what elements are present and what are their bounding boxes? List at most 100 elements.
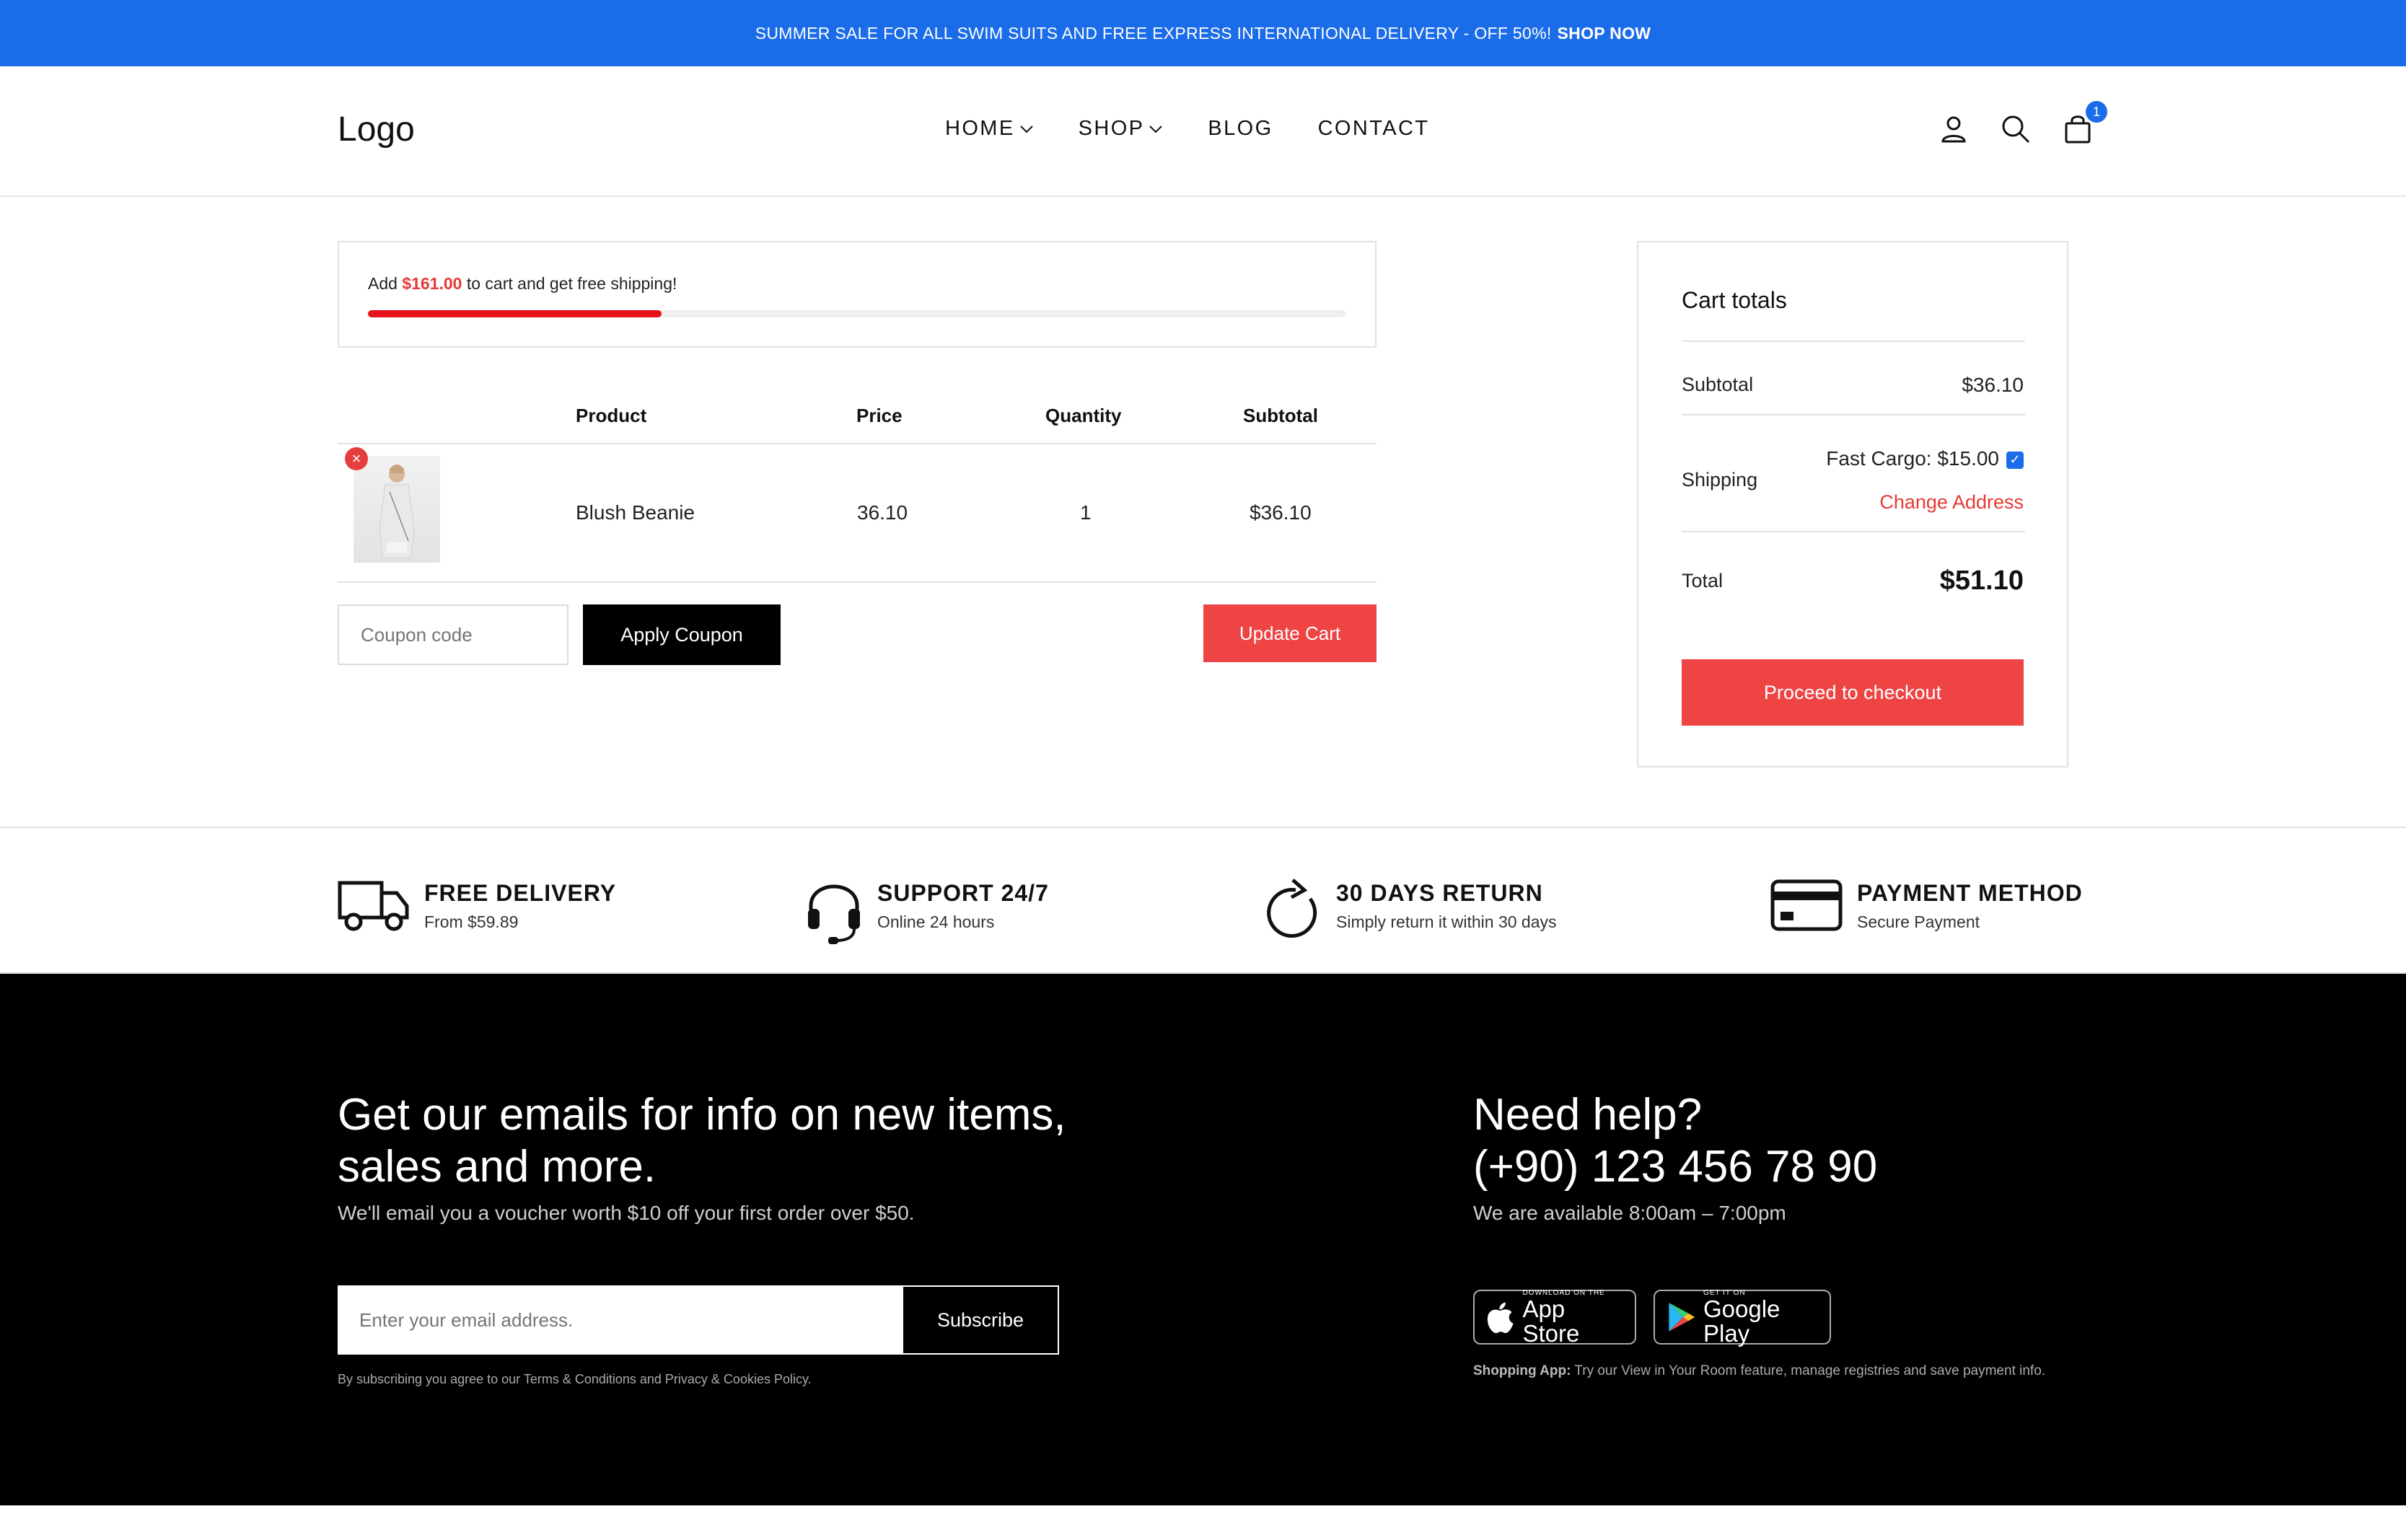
item-quantity[interactable]: 1 bbox=[1080, 501, 1092, 524]
app-store-badge[interactable]: DOWNLOAD ON THE App Store bbox=[1473, 1289, 1636, 1347]
feature-return: 30 DAYS RETURN Simply return it within 3… bbox=[1264, 877, 1557, 942]
shipping-progress-fill bbox=[368, 310, 662, 317]
close-icon: × bbox=[351, 449, 361, 467]
features-strip: FREE DELIVERY From $59.89 SUPPORT 24/7 O… bbox=[0, 827, 2406, 974]
nav-home-label: HOME bbox=[945, 117, 1015, 140]
total-value: $51.10 bbox=[1939, 566, 2024, 596]
site-footer: Get our emails for info on new items, sa… bbox=[0, 974, 2406, 1505]
announcement-bar: SUMMER SALE FOR ALL SWIM SUITS AND FREE … bbox=[0, 0, 2406, 66]
nav-blog-label: BLOG bbox=[1208, 117, 1273, 140]
help-heading: Need help? (+90) 123 456 78 90 bbox=[1473, 1089, 1877, 1193]
divider bbox=[338, 443, 1377, 444]
feature-sub: From $59.89 bbox=[424, 912, 519, 931]
shipping-label: Shipping bbox=[1682, 469, 1758, 490]
feature-payment: PAYMENT METHOD Secure Payment bbox=[1770, 877, 2083, 933]
feature-sub: Secure Payment bbox=[1857, 912, 1980, 931]
newsletter-heading-line2: sales and more. bbox=[338, 1142, 657, 1192]
feature-text: FREE DELIVERY From $59.89 bbox=[424, 877, 616, 932]
nav-contact-label: CONTACT bbox=[1317, 117, 1430, 140]
header-icons: 1 bbox=[1937, 101, 2107, 146]
change-address-link[interactable]: Change Address bbox=[1879, 491, 2024, 514]
terms-note: By subscribing you agree to our Terms & … bbox=[338, 1372, 812, 1386]
account-button[interactable] bbox=[1937, 113, 1970, 146]
site-header: Logo HOME SHOP BLOG CONTACT 1 bbox=[0, 66, 2406, 197]
product-image[interactable] bbox=[354, 456, 440, 563]
cart-count-badge: 1 bbox=[2086, 101, 2107, 123]
logo[interactable]: Logo bbox=[338, 110, 415, 149]
availability: We are available 8:00am – 7:00pm bbox=[1473, 1202, 1786, 1224]
google-play-icon bbox=[1669, 1303, 1695, 1332]
item-subtotal: $36.10 bbox=[1250, 501, 1312, 524]
search-icon bbox=[2002, 115, 2030, 144]
main-nav: HOME SHOP BLOG CONTACT bbox=[945, 117, 1429, 141]
shipping-progress-track bbox=[368, 310, 1346, 317]
user-icon bbox=[1941, 116, 1966, 143]
cart-button[interactable]: 1 bbox=[2061, 101, 2107, 146]
feature-text: 30 DAYS RETURN Simply return it within 3… bbox=[1336, 877, 1557, 932]
newsletter-sub: We'll email you a voucher worth $10 off … bbox=[338, 1202, 915, 1224]
newsletter-heading: Get our emails for info on new items, sa… bbox=[338, 1089, 1066, 1193]
truck-icon bbox=[338, 881, 409, 931]
shop-now-link[interactable]: SHOP NOW bbox=[1558, 24, 1651, 43]
google-play-badge[interactable]: GET IT ON Google Play bbox=[1654, 1289, 1831, 1346]
chevron-down-icon bbox=[1149, 125, 1163, 133]
feature-free-delivery: FREE DELIVERY From $59.89 bbox=[338, 877, 616, 933]
feature-sub: Online 24 hours bbox=[877, 912, 995, 931]
coupon-input[interactable] bbox=[338, 604, 568, 665]
feature-title: 30 DAYS RETURN bbox=[1336, 880, 1543, 906]
email-input[interactable] bbox=[338, 1285, 902, 1355]
nav-contact[interactable]: CONTACT bbox=[1318, 117, 1430, 141]
newsletter-heading-line1: Get our emails for info on new items, bbox=[338, 1090, 1066, 1140]
divider bbox=[1682, 340, 2025, 342]
search-button[interactable] bbox=[1999, 113, 2032, 146]
subtotal-label: Subtotal bbox=[1682, 374, 1754, 395]
shipping-option[interactable]: Fast Cargo: $15.00 ✓ bbox=[1826, 447, 2024, 470]
shipping-option-label: Fast Cargo: $15.00 bbox=[1826, 447, 1999, 470]
divider bbox=[1682, 414, 2025, 415]
proceed-to-checkout-button[interactable]: Proceed to checkout bbox=[1682, 659, 2024, 726]
apply-coupon-button[interactable]: Apply Coupon bbox=[583, 604, 781, 665]
cart-totals-title: Cart totals bbox=[1682, 287, 1787, 313]
cart-totals-panel: Cart totals Subtotal $36.10 Shipping Fas… bbox=[1637, 241, 2068, 767]
app-store-big: App Store bbox=[1522, 1295, 1580, 1347]
chevron-down-icon bbox=[1019, 125, 1033, 133]
headset-icon bbox=[808, 884, 860, 944]
google-play-text: GET IT ON Google Play bbox=[1703, 1289, 1819, 1346]
shopping-app-note: Shopping App: Try our View in Your Room … bbox=[1473, 1363, 2045, 1379]
return-icon bbox=[1267, 879, 1317, 938]
nav-blog[interactable]: BLOG bbox=[1208, 117, 1273, 141]
shipping-suffix: to cart and get free shipping! bbox=[466, 274, 677, 293]
shipping-amount: $161.00 bbox=[402, 274, 462, 293]
divider bbox=[338, 581, 1377, 583]
item-name[interactable]: Blush Beanie bbox=[576, 501, 695, 524]
update-cart-button[interactable]: Update Cart bbox=[1203, 604, 1377, 662]
help-heading-line1: Need help? bbox=[1473, 1090, 1703, 1140]
feature-title: SUPPORT 24/7 bbox=[877, 880, 1049, 906]
item-price: 36.10 bbox=[857, 501, 908, 524]
nav-home[interactable]: HOME bbox=[945, 117, 1034, 141]
shipping-checkbox[interactable]: ✓ bbox=[2006, 451, 2024, 469]
app-note-text: Try our View in Your Room feature, manag… bbox=[1574, 1363, 2046, 1378]
feature-text: SUPPORT 24/7 Online 24 hours bbox=[877, 877, 1049, 932]
free-shipping-message: Add $161.00 to cart and get free shippin… bbox=[368, 274, 677, 294]
nav-shop-label: SHOP bbox=[1078, 117, 1145, 140]
free-shipping-box: Add $161.00 to cart and get free shippin… bbox=[338, 241, 1377, 348]
col-quantity: Quantity bbox=[1045, 405, 1122, 426]
feature-sub: Simply return it within 30 days bbox=[1336, 912, 1557, 931]
google-play-big: Google Play bbox=[1703, 1295, 1781, 1347]
feature-support: SUPPORT 24/7 Online 24 hours bbox=[805, 877, 1049, 946]
col-product: Product bbox=[576, 405, 647, 426]
remove-item-button[interactable]: × bbox=[345, 447, 368, 470]
credit-card-icon bbox=[1770, 879, 1843, 931]
feature-title: FREE DELIVERY bbox=[424, 880, 617, 906]
feature-title: PAYMENT METHOD bbox=[1857, 880, 2083, 906]
nav-shop[interactable]: SHOP bbox=[1079, 117, 1164, 141]
divider bbox=[1682, 531, 2025, 532]
announcement-text: SUMMER SALE FOR ALL SWIM SUITS AND FREE … bbox=[755, 23, 1552, 43]
total-label: Total bbox=[1682, 570, 1724, 591]
apple-icon bbox=[1487, 1302, 1514, 1334]
col-subtotal: Subtotal bbox=[1243, 405, 1318, 426]
subtotal-value: $36.10 bbox=[1962, 374, 2024, 396]
subscribe-button[interactable]: Subscribe bbox=[902, 1285, 1059, 1355]
phone-number[interactable]: (+90) 123 456 78 90 bbox=[1473, 1141, 1877, 1193]
